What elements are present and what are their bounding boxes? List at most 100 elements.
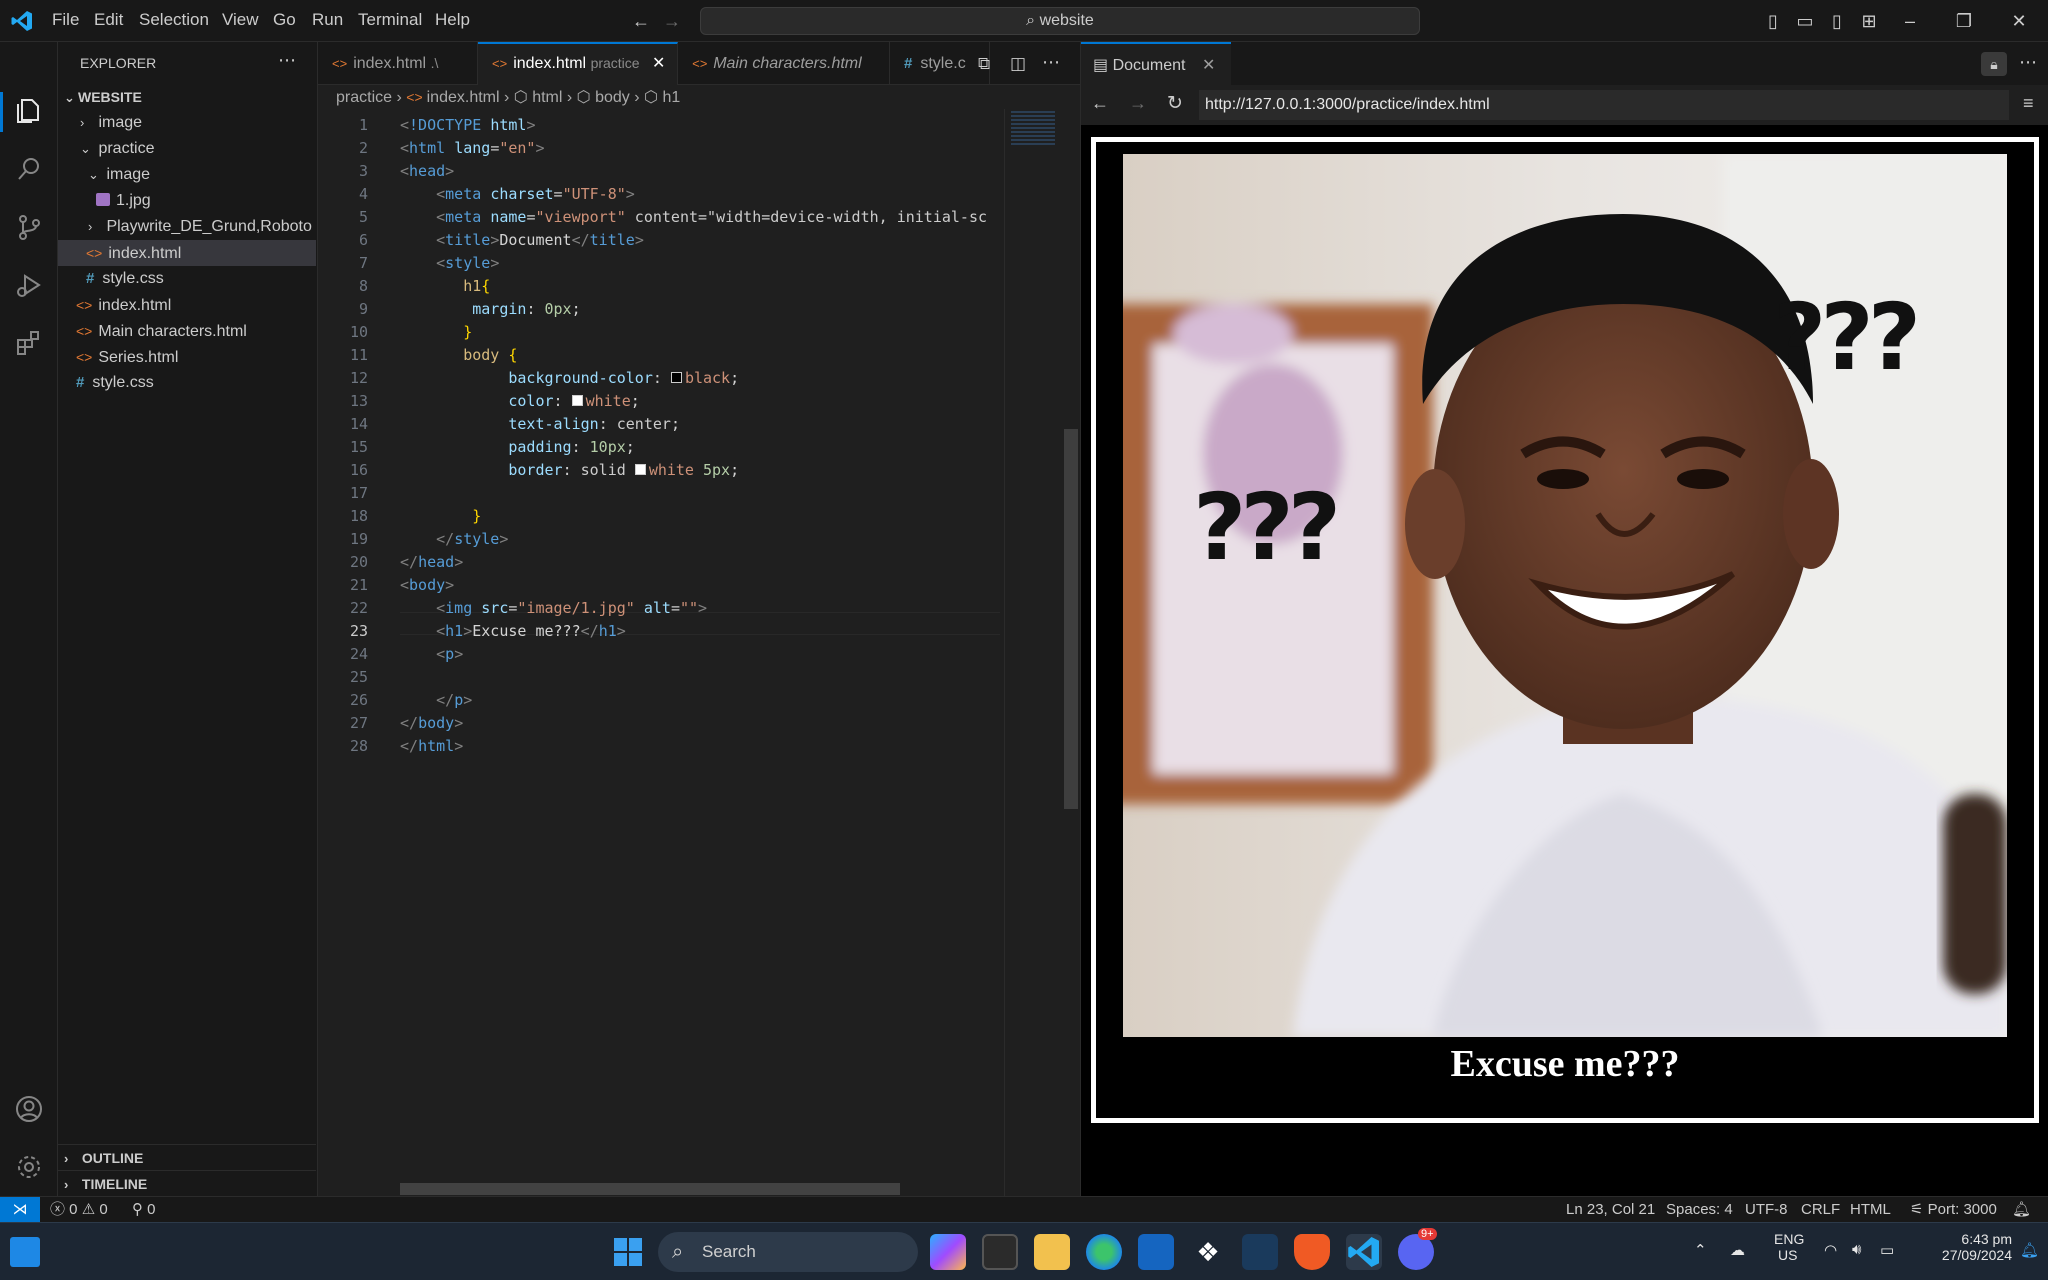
taskbar-search[interactable]: ⌕ Search (658, 1232, 918, 1272)
run-debug-icon[interactable] (14, 270, 44, 300)
copilot-icon[interactable] (930, 1234, 966, 1270)
edge-browser-icon[interactable] (1086, 1234, 1122, 1270)
tree-item-series-html[interactable]: <> Series.html (58, 344, 316, 370)
encoding[interactable]: UTF-8 (1745, 1197, 1788, 1223)
tree-item-index-html[interactable]: <> index.html (58, 292, 316, 318)
more-actions-icon[interactable]: ⋯ (278, 50, 296, 71)
code-editor[interactable]: 1 <!DOCTYPE html> 2 <html lang="en"> 3 <head>… (318, 109, 1080, 1196)
code-line[interactable]: 7 <style> (318, 252, 998, 275)
menu-file[interactable]: File (52, 10, 79, 30)
code-line[interactable]: 25 (318, 666, 998, 689)
code-line[interactable]: 14 text-align: center; (318, 413, 998, 436)
code-line[interactable]: 20 </head> (318, 551, 998, 574)
back-arrow-icon[interactable]: ← (1091, 93, 1109, 114)
microsoft-store-icon[interactable] (1138, 1234, 1174, 1270)
breadcrumb-item[interactable]: body (595, 89, 630, 106)
command-center[interactable]: ⌕ website (700, 7, 1420, 35)
tab-document-preview[interactable]: ▤ Document ✕ (1081, 42, 1231, 85)
cursor-position[interactable]: Ln 23, Col 21 (1566, 1197, 1655, 1223)
tab-index-html-root[interactable]: <> index.html .\ (318, 42, 478, 85)
timeline-section[interactable]: › TIMELINE (58, 1170, 316, 1196)
code-line[interactable]: 9 margin: 0px; (318, 298, 998, 321)
wifi-icon[interactable]: ◠ (1824, 1241, 1837, 1259)
widgets-icon[interactable] (10, 1237, 40, 1267)
code-line[interactable]: 15 padding: 10px; (318, 436, 998, 459)
code-line[interactable]: 17 (318, 482, 998, 505)
reload-icon[interactable]: ↻ (1167, 92, 1183, 115)
breadcrumb-item[interactable]: h1 (662, 89, 680, 106)
open-preview-icon[interactable]: ⧉ (978, 54, 990, 74)
workspace-root[interactable]: ⌄ WEBSITE (58, 84, 316, 110)
breadcrumb-item[interactable]: index.html (427, 89, 500, 106)
menu-go[interactable]: Go (273, 10, 296, 30)
code-line[interactable]: 24 <p> (318, 643, 998, 666)
more-actions-icon[interactable]: ⋯ (1042, 52, 1060, 73)
minimize-icon[interactable]: – (1899, 10, 1921, 32)
code-line[interactable]: 19 </style> (318, 528, 998, 551)
split-editor-icon[interactable]: ◫ (1010, 54, 1026, 74)
code-line[interactable]: 28 </html> (318, 735, 998, 758)
menu-edit[interactable]: Edit (94, 10, 123, 30)
forward-arrow-icon[interactable]: → (661, 10, 683, 32)
code-line[interactable]: 27 </body> (318, 712, 998, 735)
language-mode[interactable]: HTML (1850, 1197, 1891, 1223)
toggle-primary-sidebar-icon[interactable]: ▯ (1762, 10, 1784, 32)
more-actions-icon[interactable]: ⋯ (2019, 52, 2037, 73)
live-server-port[interactable]: ⚟ Port: 3000 (1910, 1197, 1997, 1223)
indentation[interactable]: Spaces: 4 (1666, 1197, 1733, 1223)
tab-index-html-practice[interactable]: <> index.html practice ✕ (478, 42, 678, 85)
volume-icon[interactable]: 🔊︎ (1852, 1241, 1861, 1258)
onedrive-icon[interactable]: ☁ (1730, 1241, 1745, 1259)
close-tab-icon[interactable]: ✕ (1202, 57, 1215, 74)
lock-icon[interactable]: 🔒︎ (1981, 52, 2007, 76)
menu-icon[interactable]: ≡ (2023, 93, 2034, 114)
code-line[interactable]: 12 background-color: black; (318, 367, 998, 390)
menu-terminal[interactable]: Terminal (358, 10, 422, 30)
code-line[interactable]: 1 <!DOCTYPE html> (318, 114, 998, 137)
forward-arrow-icon[interactable]: → (1129, 93, 1147, 114)
code-line[interactable]: 8 h1{ (318, 275, 998, 298)
language-indicator[interactable]: ENG US (1774, 1231, 1804, 1263)
tree-item-1-jpg[interactable]: 1.jpg (58, 188, 316, 214)
battery-icon[interactable]: ▭ (1880, 1241, 1894, 1259)
code-line[interactable]: 10 } (318, 321, 998, 344)
end-of-line[interactable]: CRLF (1801, 1197, 1840, 1223)
toggle-panel-icon[interactable]: ▭ (1794, 10, 1816, 32)
ports-indicator[interactable]: ⚲ 0 (132, 1197, 156, 1223)
tree-item-practice-folder[interactable]: ⌄ practice (58, 136, 316, 162)
remote-indicator-icon[interactable]: ⋊ (0, 1197, 40, 1223)
tree-item-playwrite-folder[interactable]: › Playwrite_DE_Grund,Roboto (58, 214, 316, 240)
outline-section[interactable]: › OUTLINE (58, 1144, 316, 1170)
discord-icon[interactable]: 9+ (1398, 1228, 1437, 1270)
menu-view[interactable]: View (222, 10, 259, 30)
code-line[interactable]: 4 <meta charset="UTF-8"> (318, 183, 998, 206)
tree-item-image-folder[interactable]: › image (58, 110, 316, 136)
tab-main-characters[interactable]: <> Main characters.html (678, 42, 890, 85)
restore-icon[interactable]: ❐ (1953, 10, 1975, 32)
code-line[interactable]: 16 border: solid white 5px; (318, 459, 998, 482)
customize-layout-icon[interactable]: ⊞ (1858, 10, 1880, 32)
vscode-taskbar-icon[interactable] (1346, 1234, 1382, 1270)
code-line[interactable]: 2 <html lang="en"> (318, 137, 998, 160)
search-icon[interactable] (14, 154, 44, 184)
close-tab-icon[interactable]: ✕ (652, 55, 665, 72)
code-line[interactable]: 13 color: white; (318, 390, 998, 413)
windows-start-icon[interactable] (610, 1234, 646, 1270)
tree-item-practice-index-html[interactable]: <> index.html (58, 240, 316, 266)
tree-item-main-characters-html[interactable]: <> Main characters.html (58, 318, 316, 344)
menu-selection[interactable]: Selection (139, 10, 209, 30)
tree-item-practice-style-css[interactable]: # style.css (58, 266, 316, 292)
horizontal-scrollbar[interactable] (400, 1183, 900, 1195)
tree-item-practice-image-folder[interactable]: ⌄ image (58, 162, 316, 188)
manage-gear-icon[interactable] (14, 1152, 44, 1182)
breadcrumb-item[interactable]: html (532, 89, 562, 106)
extensions-icon[interactable] (14, 328, 44, 358)
account-icon[interactable] (14, 1094, 44, 1124)
code-line[interactable]: 6 <title>Document</title> (318, 229, 998, 252)
menu-run[interactable]: Run (312, 10, 343, 30)
close-window-icon[interactable]: ✕ (2008, 10, 2030, 32)
code-line[interactable]: 18 } (318, 505, 998, 528)
explorer-icon[interactable] (14, 96, 44, 126)
clock[interactable]: 6:43 pm 27/09/2024 (1920, 1231, 2012, 1263)
app-icon[interactable] (1242, 1234, 1278, 1270)
